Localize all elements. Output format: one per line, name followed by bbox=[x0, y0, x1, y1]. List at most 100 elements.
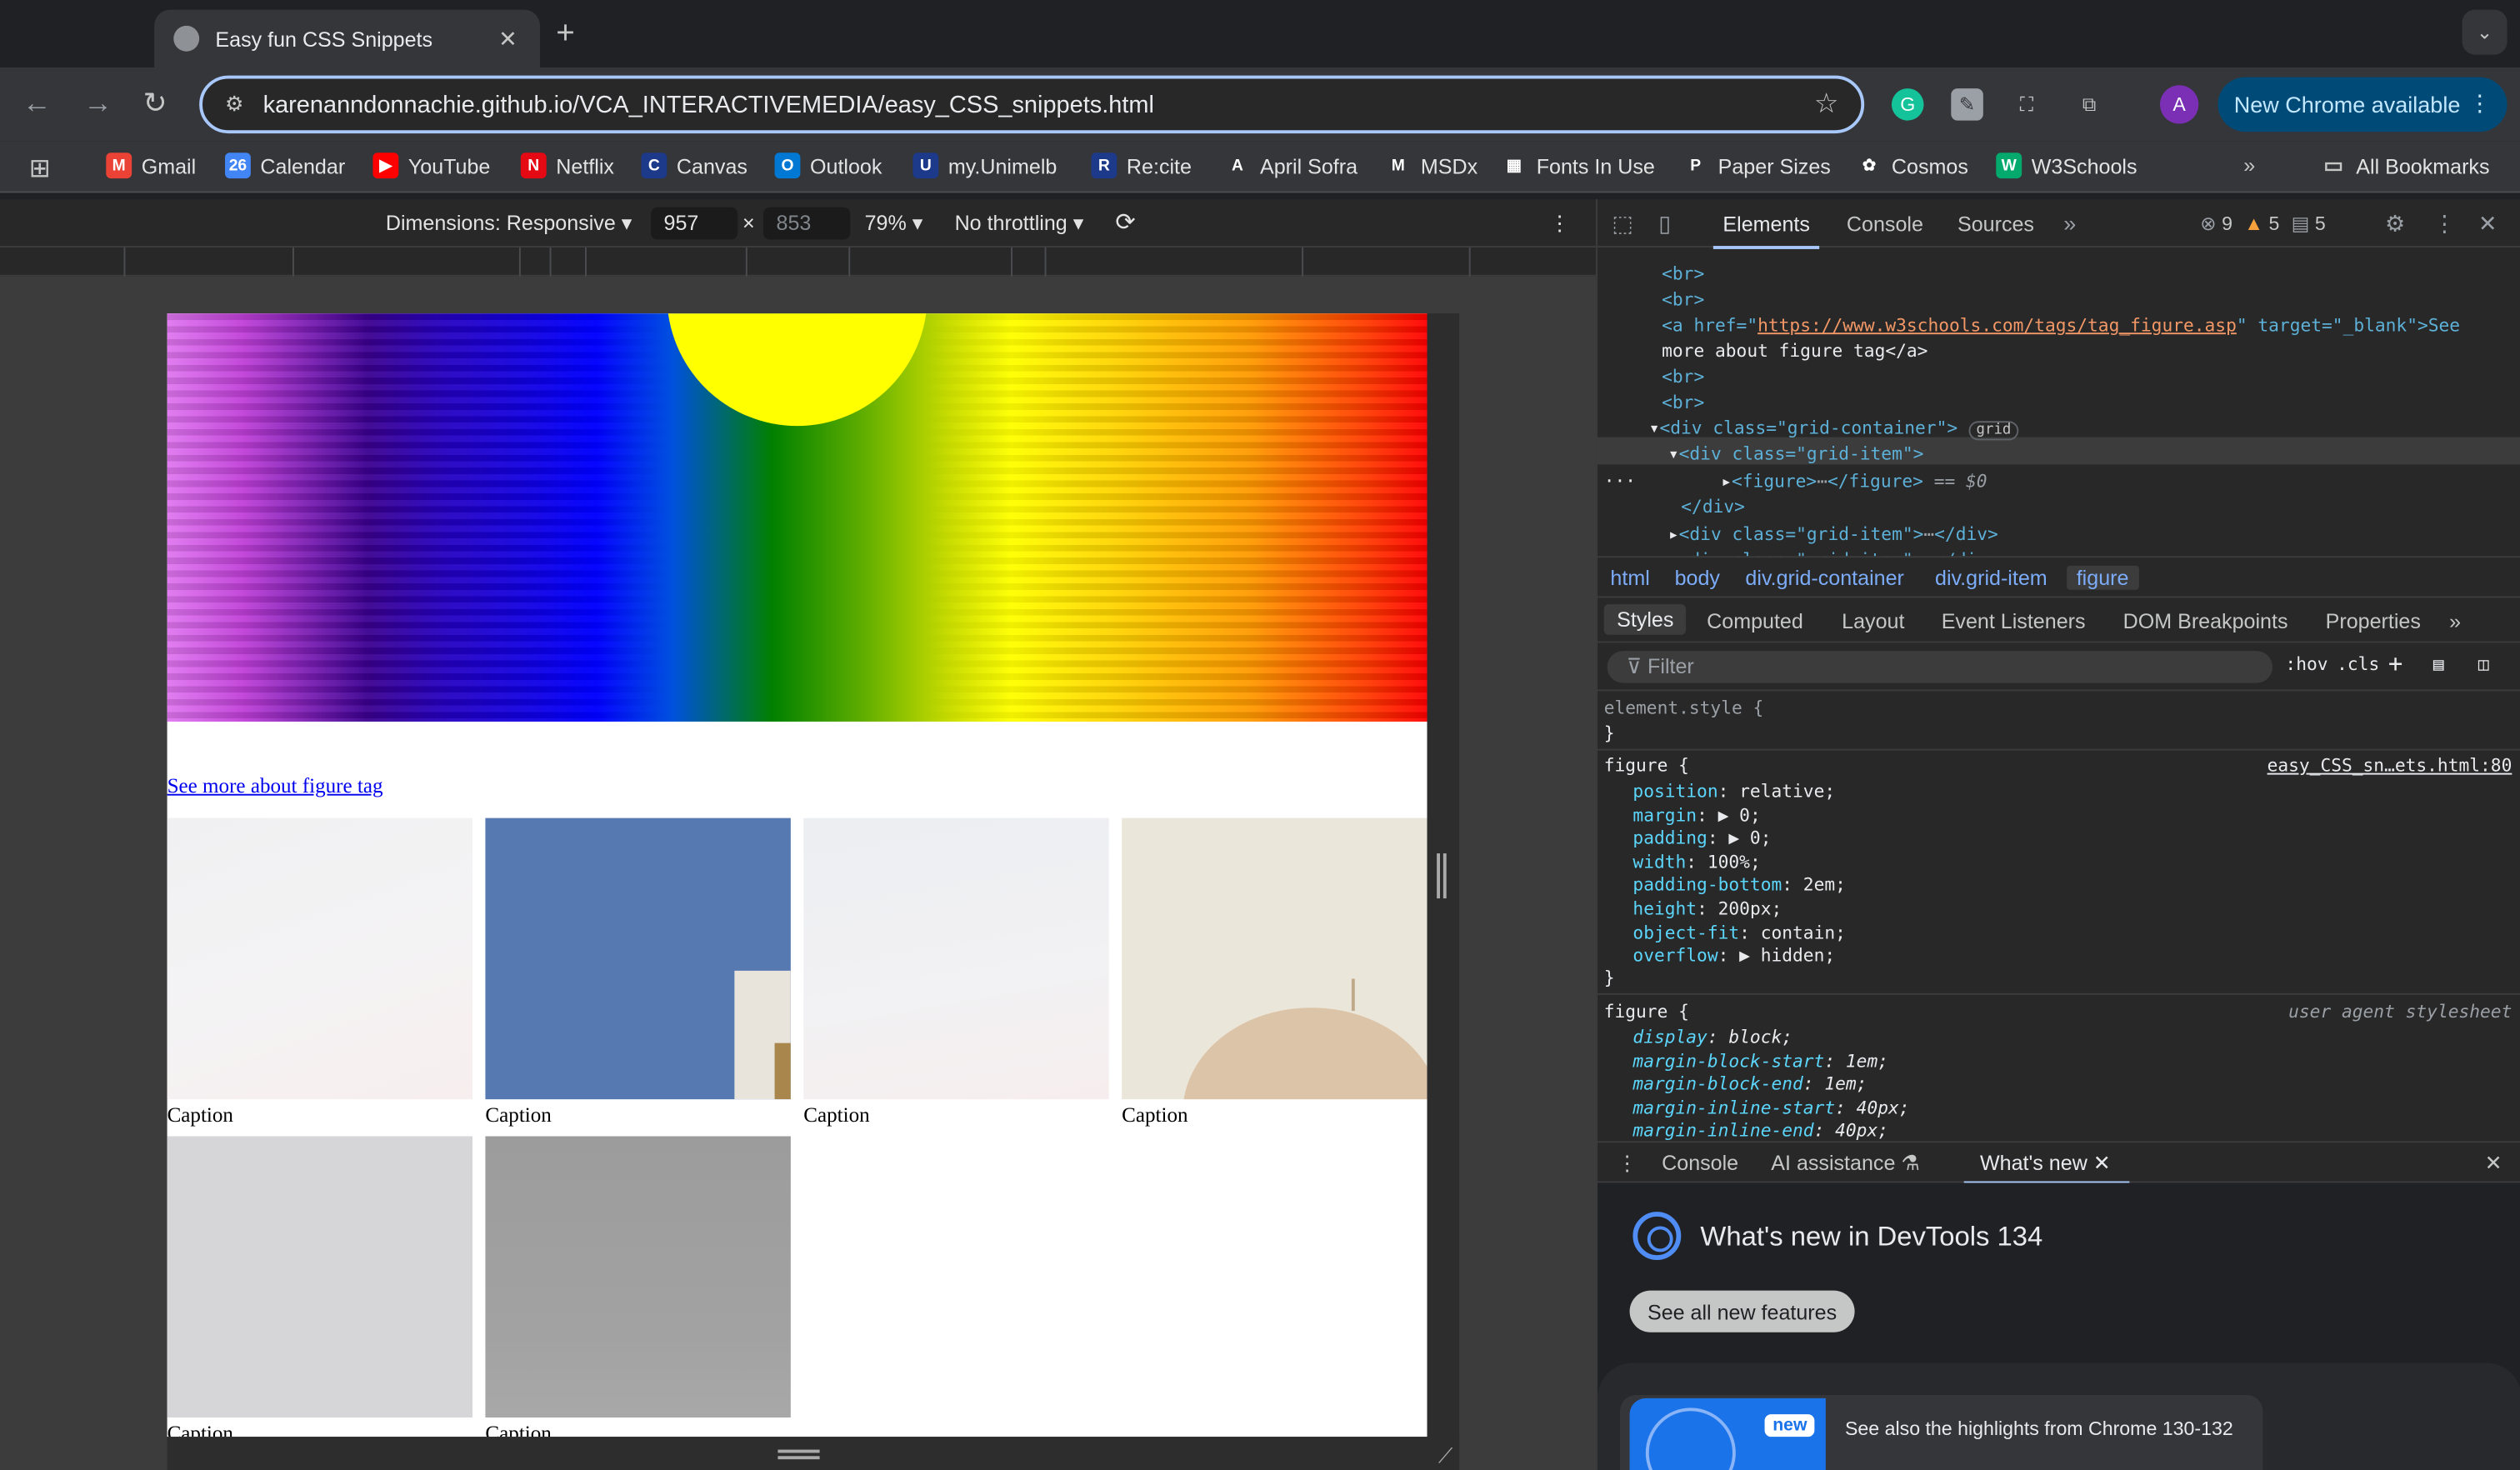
css-declaration[interactable]: overflow: ▶ hidden; bbox=[1632, 945, 1835, 966]
bookmark-star-icon[interactable]: ☆ bbox=[1814, 88, 1838, 121]
dimensions-select[interactable]: Dimensions: Responsive ▾ bbox=[386, 211, 632, 237]
styles-filter-input[interactable]: ⊽ Filter bbox=[1607, 651, 2272, 683]
element-style-selector[interactable]: element.style { bbox=[1604, 698, 1764, 718]
bookmark-re-cite[interactable]: R Re:cite bbox=[1091, 152, 1192, 179]
close-drawer-icon[interactable]: ✕ bbox=[2485, 1151, 2502, 1177]
bookmark-april-sofra[interactable]: A April Sofra bbox=[1224, 152, 1358, 179]
toggle-sidebar-icon[interactable]: ◫ bbox=[2478, 654, 2489, 675]
all-bookmarks[interactable]: ▭ All Bookmarks bbox=[2321, 152, 2489, 178]
css-property-name[interactable]: margin-inline-end bbox=[1632, 1121, 1813, 1141]
breadcrumb-grid-container[interactable]: div.grid-container bbox=[1745, 566, 1903, 590]
tab-console[interactable]: Console bbox=[1847, 212, 1923, 237]
css-property-name[interactable]: width bbox=[1632, 852, 1686, 872]
drawer-tab-console[interactable]: Console bbox=[1662, 1151, 1738, 1175]
extension-icon[interactable]: ✎ bbox=[1951, 88, 1983, 121]
more-tabs-icon[interactable]: » bbox=[2063, 211, 2076, 237]
css-property-value[interactable]: ▶ 0; bbox=[1718, 804, 1761, 825]
css-declaration[interactable]: margin-block-end: 1em; bbox=[1632, 1074, 1867, 1095]
resize-handle-icon[interactable] bbox=[778, 1449, 820, 1460]
css-property-value[interactable]: 200px; bbox=[1718, 898, 1782, 919]
bookmark-youtube[interactable]: ▶ YouTube bbox=[372, 152, 490, 179]
paint-brush-icon[interactable]: ▤ bbox=[2433, 654, 2444, 675]
rule-source-link[interactable]: easy_CSS_sn…ets.html:80 bbox=[2268, 755, 2512, 776]
drawer-tab-whats-new[interactable]: What's new ✕ bbox=[1963, 1151, 2131, 1185]
tab-computed[interactable]: Computed bbox=[1707, 609, 1803, 633]
css-property-value[interactable]: ▶ hidden; bbox=[1739, 945, 1835, 966]
extensions-puzzle-icon[interactable]: ⧉ bbox=[2073, 88, 2106, 121]
css-property-name[interactable]: margin-block-end bbox=[1632, 1074, 1802, 1095]
height-input[interactable]: 853 bbox=[763, 207, 851, 240]
breadcrumb-body[interactable]: body bbox=[1675, 566, 1720, 590]
devtools-menu-icon[interactable]: ⋮ bbox=[2433, 211, 2456, 238]
bookmark-msdx[interactable]: M MSDx bbox=[1385, 152, 1478, 179]
bookmark-cosmos[interactable]: ✿ Cosmos bbox=[1856, 152, 1968, 179]
css-property-value[interactable]: contain; bbox=[1761, 922, 1846, 942]
css-property-name[interactable]: padding-bottom bbox=[1632, 875, 1782, 896]
close-devtools-icon[interactable]: ✕ bbox=[2478, 211, 2498, 238]
dom-node[interactable]: <br> bbox=[1662, 263, 1704, 284]
tab-close-icon[interactable]: ✕ bbox=[495, 25, 521, 52]
css-property-name[interactable]: display bbox=[1632, 1027, 1707, 1048]
bookmark-w3schools[interactable]: W W3Schools bbox=[1996, 152, 2138, 179]
css-property-name[interactable]: overflow bbox=[1632, 945, 1718, 966]
css-declaration[interactable]: width: 100%; bbox=[1632, 852, 1760, 872]
resize-gutter-bottom[interactable]: ⟋ bbox=[167, 1437, 1460, 1470]
media-query-ruler[interactable] bbox=[0, 247, 1597, 277]
screenshot-icon[interactable]: ⛶ bbox=[2011, 88, 2043, 121]
tab-event-listeners[interactable]: Event Listeners bbox=[1942, 609, 2086, 633]
dom-node-grid-item[interactable]: ▸<div class="grid-item">⋯</div> bbox=[1668, 524, 1998, 545]
tab-styles[interactable]: Styles bbox=[1603, 604, 1687, 635]
css-property-name[interactable]: margin-inline-start bbox=[1632, 1098, 1835, 1118]
css-property-value[interactable]: 40px; bbox=[1857, 1098, 1910, 1118]
close-tab-icon[interactable]: ✕ bbox=[2093, 1151, 2111, 1175]
bookmark-canvas[interactable]: C Canvas bbox=[641, 152, 748, 179]
bookmark-gmail[interactable]: M Gmail bbox=[106, 152, 196, 179]
dom-node-grid-container[interactable]: ▾<div class="grid-container"> grid bbox=[1649, 418, 2020, 441]
css-declaration[interactable]: margin-inline-end: 40px; bbox=[1632, 1121, 1888, 1141]
css-property-value[interactable]: 2em; bbox=[1803, 875, 1846, 896]
css-property-value[interactable]: 1em; bbox=[1846, 1051, 1888, 1072]
css-property-name[interactable]: padding bbox=[1632, 828, 1707, 849]
more-bookmarks-icon[interactable]: » bbox=[2243, 152, 2255, 177]
settings-gear-icon[interactable]: ⚙ bbox=[2385, 211, 2405, 238]
device-toggle-icon[interactable]: ▯ bbox=[1658, 211, 1671, 238]
rule-selector[interactable]: figure { bbox=[1604, 755, 1689, 776]
tab-properties[interactable]: Properties bbox=[2326, 609, 2421, 633]
zoom-select[interactable]: 79% ▾ bbox=[865, 211, 923, 237]
css-declaration[interactable]: padding-bottom: 2em; bbox=[1632, 875, 1845, 896]
forward-button[interactable]: → bbox=[83, 87, 112, 119]
back-button[interactable]: ← bbox=[22, 87, 52, 119]
resize-handle-icon[interactable] bbox=[1437, 853, 1447, 899]
see-all-features-button[interactable]: See all new features bbox=[1629, 1290, 1855, 1332]
bookmark-outlook[interactable]: O Outlook bbox=[774, 152, 882, 179]
new-tab-button[interactable]: + bbox=[556, 16, 575, 51]
more-subtabs-icon[interactable]: » bbox=[2449, 609, 2461, 633]
grammarly-icon[interactable]: G bbox=[1891, 88, 1924, 121]
css-property-name[interactable]: height bbox=[1632, 898, 1697, 919]
site-settings-icon[interactable]: ⚙ bbox=[225, 92, 243, 118]
address-bar[interactable]: ⚙ karenanndonnachie.github.io/VCA_INTERA… bbox=[199, 75, 1865, 134]
resize-gutter-right[interactable] bbox=[1427, 313, 1460, 1470]
breadcrumb-figure[interactable]: figure bbox=[2067, 565, 2139, 590]
bookmark-my-unimelb[interactable]: Umy.Unimelb bbox=[912, 152, 1057, 179]
tab-dom-breakpoints[interactable]: DOM Breakpoints bbox=[2123, 609, 2288, 633]
update-chrome-button[interactable]: New Chrome available ⋮ bbox=[2218, 77, 2508, 132]
rule-selector[interactable]: figure { bbox=[1604, 1001, 1689, 1022]
css-declaration[interactable]: margin: ▶ 0; bbox=[1632, 804, 1760, 825]
css-property-name[interactable]: object-fit bbox=[1632, 922, 1739, 942]
bookmark-fonts-in-use[interactable]: ▦ Fonts In Use bbox=[1501, 152, 1655, 179]
css-property-value[interactable]: relative; bbox=[1739, 781, 1835, 802]
new-style-rule-icon[interactable]: + bbox=[2388, 649, 2402, 678]
css-property-value[interactable]: block; bbox=[1728, 1027, 1792, 1048]
dom-node-anchor[interactable]: <a href="https://www.w3schools.com/tags/… bbox=[1662, 315, 2460, 336]
tab-layout[interactable]: Layout bbox=[1842, 609, 1904, 633]
css-property-value[interactable]: 1em; bbox=[1824, 1074, 1867, 1095]
css-property-value[interactable]: 100%; bbox=[1708, 852, 1761, 872]
css-declaration[interactable]: padding: ▶ 0; bbox=[1632, 828, 1771, 849]
dom-node[interactable]: <br> bbox=[1662, 289, 1704, 310]
css-declaration[interactable]: height: 200px; bbox=[1632, 898, 1782, 919]
resize-corner-icon[interactable]: ⟋ bbox=[1438, 1443, 1453, 1469]
reload-button[interactable]: ↻ bbox=[143, 87, 168, 119]
breadcrumb-html[interactable]: html bbox=[1610, 566, 1649, 590]
css-declaration[interactable]: object-fit: contain; bbox=[1632, 922, 1845, 942]
